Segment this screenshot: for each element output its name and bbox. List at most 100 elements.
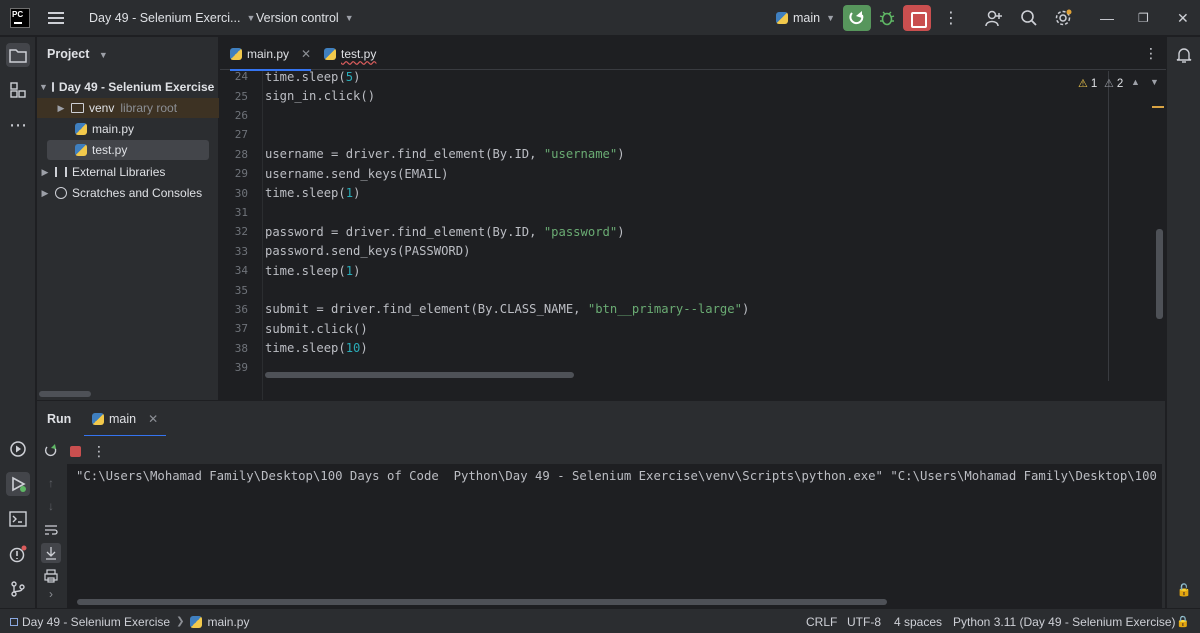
- close-tab-icon[interactable]: ✕: [301, 47, 311, 61]
- console-horizontal-scrollbar[interactable]: [77, 599, 887, 605]
- search-icon[interactable]: [1020, 0, 1038, 36]
- close-window-button[interactable]: ✕: [1177, 0, 1189, 36]
- tree-item-label: main.py: [92, 122, 135, 136]
- editor-more-tabs-icon[interactable]: ⋮: [1144, 45, 1158, 62]
- breadcrumb: Day 49 - Selenium Exercise ❯ main.py: [10, 609, 249, 633]
- warning-icon: ⚠: [1078, 78, 1088, 90]
- code-text: time.sleep(1): [265, 264, 360, 278]
- expand-more-icon[interactable]: ›: [41, 584, 61, 604]
- soft-wrap-icon[interactable]: [41, 520, 61, 540]
- console-output[interactable]: "C:\Users\Mohamad Family\Desktop\100 Day…: [67, 464, 1162, 608]
- previous-highlight-icon[interactable]: ▲: [1131, 77, 1140, 87]
- tree-item-project-root[interactable]: ▼ Day 49 - Selenium Exercise C: [37, 77, 219, 97]
- python-file-icon: [190, 615, 203, 628]
- encoding-widget[interactable]: UTF-8: [847, 609, 881, 633]
- read-only-lock-icon[interactable]: 🔓: [1172, 578, 1196, 602]
- tree-item-label: test.py: [92, 143, 128, 157]
- tab-test-py[interactable]: test.py: [324, 37, 376, 70]
- tree-item-test-py[interactable]: test.py: [47, 140, 209, 160]
- close-tab-icon[interactable]: ✕: [148, 412, 158, 426]
- vcs-widget[interactable]: Version control ▼: [256, 0, 354, 36]
- lock-icon[interactable]: 🔒: [1176, 609, 1190, 633]
- stop-icon[interactable]: [65, 441, 85, 461]
- code-line[interactable]: 25 sign_in.click(): [220, 86, 375, 105]
- minimize-button[interactable]: —: [1100, 0, 1114, 36]
- code-line[interactable]: 38 time.sleep(10): [220, 339, 368, 358]
- indent-widget[interactable]: 4 spaces: [894, 609, 942, 633]
- tree-item-main-py[interactable]: main.py: [37, 119, 219, 139]
- code-line[interactable]: 36 submit = driver.find_element(By.CLASS_…: [220, 300, 750, 319]
- maximize-button[interactable]: ❐: [1138, 0, 1149, 36]
- terminal-icon[interactable]: [6, 507, 30, 531]
- breadcrumb-file[interactable]: main.py: [207, 615, 249, 629]
- tab-main-py[interactable]: main.py ✕: [230, 37, 312, 71]
- project-horizontal-scrollbar[interactable]: [39, 391, 91, 397]
- code-with-me-icon[interactable]: [984, 0, 1004, 36]
- editor-horizontal-scrollbar[interactable]: [265, 372, 574, 378]
- editor-vertical-scrollbar[interactable]: [1156, 229, 1163, 319]
- notifications-icon[interactable]: [1172, 43, 1196, 67]
- settings-gear-icon[interactable]: [1054, 0, 1072, 36]
- code-text: submit = driver.find_element(By.CLASS_NA…: [265, 302, 749, 316]
- code-line[interactable]: 29 username.send_keys(EMAIL): [220, 164, 449, 183]
- line-number: 26: [234, 108, 248, 122]
- code-line[interactable]: 33 password.send_keys(PASSWORD): [220, 242, 471, 261]
- pycharm-logo-icon[interactable]: PC: [10, 8, 30, 28]
- collapse-arrow-icon: ▶: [57, 102, 65, 113]
- debug-button[interactable]: [878, 0, 896, 36]
- project-tool-folder-icon[interactable]: [6, 43, 30, 67]
- tree-item-venv[interactable]: ▶ venv library root: [37, 98, 219, 118]
- warning-indicator[interactable]: ⚠ 1: [1078, 77, 1097, 91]
- python-file-icon: [776, 12, 788, 24]
- python-file-icon: [75, 144, 87, 156]
- run-config-selector[interactable]: main ▼: [776, 0, 835, 36]
- more-actions-icon[interactable]: ⋮: [943, 0, 959, 36]
- interpreter-widget[interactable]: Python 3.11 (Day 49 - Selenium Exercise): [953, 609, 1176, 633]
- main-menu-icon[interactable]: [48, 0, 66, 36]
- project-switcher[interactable]: Day 49 - Selenium Exerci... ▼: [89, 0, 255, 36]
- more-options-icon[interactable]: ⋮: [89, 441, 109, 461]
- error-stripe-mark[interactable]: [1152, 106, 1164, 108]
- string-literal: "password": [543, 224, 618, 239]
- git-icon[interactable]: [6, 577, 30, 601]
- stop-button[interactable]: [903, 5, 931, 31]
- string-literal: "btn__primary--large": [587, 302, 742, 317]
- tree-item-scratches[interactable]: ▶ Scratches and Consoles: [37, 183, 219, 203]
- run-tab-main[interactable]: main ✕: [83, 401, 167, 437]
- code-line[interactable]: 30 time.sleep(1): [220, 183, 361, 202]
- folder-icon: [71, 103, 84, 113]
- rerun-button[interactable]: [843, 5, 871, 31]
- code-line[interactable]: 35: [220, 280, 248, 299]
- code-line[interactable]: 32 password = driver.find_element(By.ID, …: [220, 222, 625, 241]
- services-icon[interactable]: [6, 437, 30, 461]
- structure-icon[interactable]: [6, 78, 30, 102]
- code-line[interactable]: 34 time.sleep(1): [220, 261, 361, 280]
- code-line[interactable]: 27: [220, 125, 248, 144]
- scroll-to-end-icon[interactable]: [41, 543, 61, 563]
- scroll-up-icon[interactable]: ↑: [41, 473, 61, 493]
- tree-item-external-libraries[interactable]: ▶ External Libraries: [37, 162, 219, 182]
- line-separator-widget[interactable]: CRLF: [806, 609, 837, 633]
- code-line[interactable]: 39: [220, 358, 248, 377]
- run-tool-icon[interactable]: [6, 472, 30, 496]
- more-tools-icon[interactable]: ⋯: [6, 113, 30, 137]
- problems-icon[interactable]: [6, 542, 30, 566]
- folder-icon: [51, 82, 54, 92]
- weak-warning-indicator[interactable]: ⚠ 2: [1104, 77, 1123, 91]
- scroll-down-icon[interactable]: ↓: [41, 496, 61, 516]
- code-line[interactable]: 31: [220, 203, 248, 222]
- next-highlight-icon[interactable]: ▼: [1150, 77, 1159, 87]
- breadcrumb-project[interactable]: Day 49 - Selenium Exercise: [22, 615, 170, 629]
- code-line[interactable]: 37 submit.click(): [220, 319, 368, 338]
- code-token: sign_in.click(): [265, 89, 376, 104]
- code-line[interactable]: 24 time.sleep(5): [220, 71, 361, 86]
- tree-item-label: venv: [89, 101, 115, 115]
- print-icon[interactable]: [41, 566, 61, 586]
- library-icon: [55, 167, 67, 177]
- code-line[interactable]: 26: [220, 106, 248, 125]
- code-editor[interactable]: 24 time.sleep(5) 25 sign_in.click() 26 27 28 us…: [220, 71, 1166, 400]
- code-token: ): [741, 302, 750, 317]
- code-line[interactable]: 28 username = driver.find_element(By.ID, …: [220, 145, 625, 164]
- project-panel-header[interactable]: Project ▼: [47, 47, 108, 61]
- scratches-icon: [55, 187, 67, 199]
